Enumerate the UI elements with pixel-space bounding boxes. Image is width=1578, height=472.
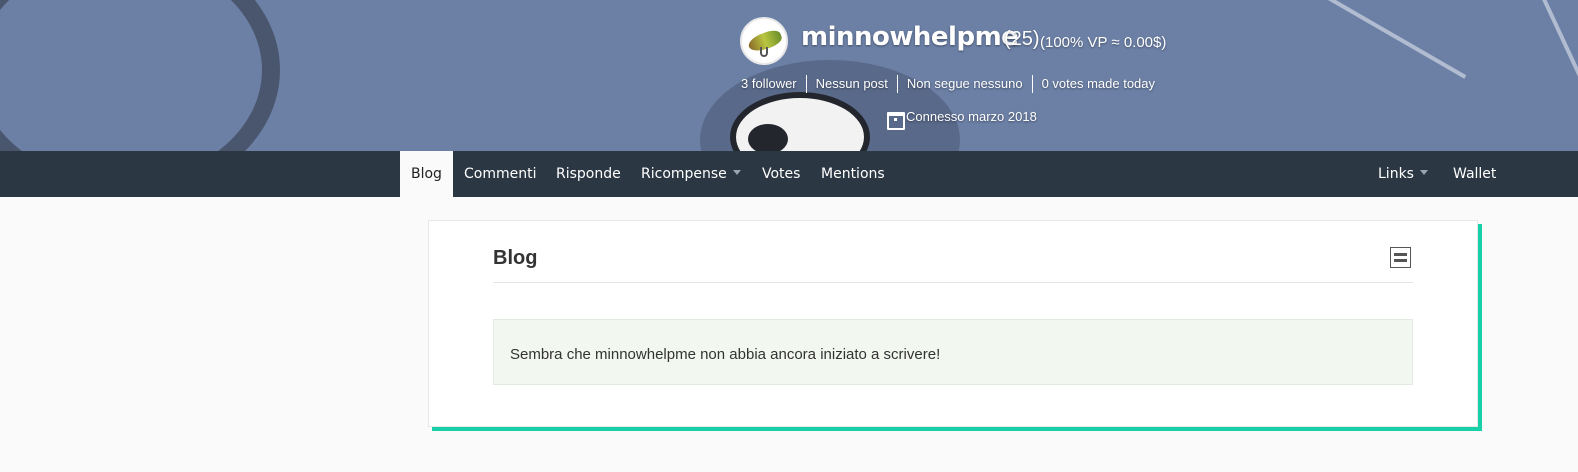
tab-label: Votes bbox=[762, 166, 801, 182]
profile-navbar: Blog Commenti Risponde Ricompense Votes … bbox=[0, 151, 1578, 197]
divider bbox=[493, 282, 1413, 283]
tab-label: Wallet bbox=[1453, 166, 1497, 182]
caret-down-icon bbox=[1419, 169, 1428, 175]
blog-title: Blog bbox=[493, 247, 538, 269]
tab-label: Mentions bbox=[821, 166, 885, 182]
tab-votes[interactable]: Votes bbox=[751, 151, 811, 197]
voting-power: (100% VP ≈ 0.00$) bbox=[1040, 34, 1167, 51]
cover-art-streak bbox=[1518, 0, 1578, 77]
posts-count: Nessun post bbox=[807, 75, 898, 93]
layout-toggle-icon[interactable] bbox=[1390, 247, 1411, 268]
cover-art-arc bbox=[0, 0, 280, 151]
tab-label: Links bbox=[1378, 166, 1414, 182]
tab-rewards[interactable]: Ricompense bbox=[630, 151, 752, 197]
joined-label: Connesso marzo 2018 bbox=[906, 109, 1037, 124]
tab-label: Ricompense bbox=[641, 166, 727, 182]
tab-label: Risponde bbox=[556, 166, 621, 182]
tab-label: Blog bbox=[411, 166, 442, 182]
tab-replies[interactable]: Risponde bbox=[545, 151, 632, 197]
tab-comments[interactable]: Commenti bbox=[453, 151, 547, 197]
reputation-score: (25) bbox=[1004, 28, 1040, 50]
hook-icon bbox=[760, 47, 768, 57]
votes-today: 0 votes made today bbox=[1041, 76, 1156, 91]
joined-date: Connesso marzo 2018 bbox=[887, 109, 1037, 130]
profile-username: minnowhelpme bbox=[801, 22, 1019, 52]
tab-label: Commenti bbox=[464, 166, 537, 182]
tab-blog[interactable]: Blog bbox=[400, 151, 453, 197]
empty-blog-message: Sembra che minnowhelpme non abbia ancora… bbox=[493, 319, 1413, 385]
cover-art-pupil bbox=[748, 124, 788, 151]
caret-down-icon bbox=[732, 169, 741, 175]
calendar-icon bbox=[887, 110, 905, 130]
following-count[interactable]: Non segue nessuno bbox=[898, 75, 1033, 93]
followers-count[interactable]: 3 follower bbox=[732, 75, 807, 93]
tab-mentions[interactable]: Mentions bbox=[810, 151, 896, 197]
profile-stats: 3 follower Nessun post Non segue nessuno… bbox=[732, 74, 1164, 94]
links-menu[interactable]: Links bbox=[1367, 151, 1439, 197]
blog-card: Blog Sembra che minnowhelpme non abbia a… bbox=[428, 220, 1478, 427]
wallet-link[interactable]: Wallet bbox=[1442, 151, 1507, 197]
cover-art-streak bbox=[1273, 0, 1467, 79]
avatar[interactable] bbox=[740, 17, 788, 65]
